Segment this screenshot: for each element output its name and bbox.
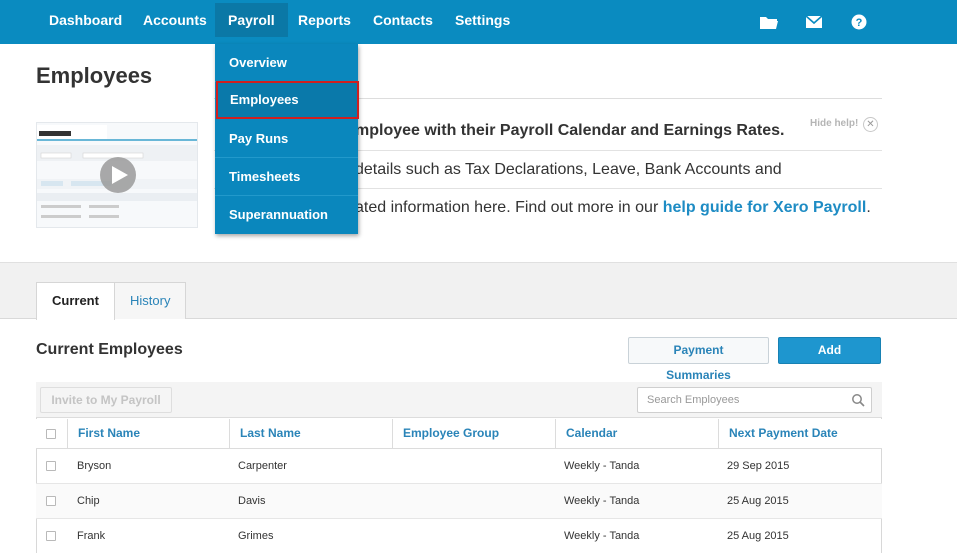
payment-summaries-button[interactable]: Payment Summaries: [628, 337, 769, 382]
menu-item-overview[interactable]: Overview: [215, 44, 358, 82]
mail-icon[interactable]: [805, 14, 825, 30]
folder-icon[interactable]: [759, 14, 779, 30]
search-input[interactable]: [647, 394, 842, 406]
add-employee-button[interactable]: Add Employee: [778, 337, 881, 382]
calendar-cell: Weekly - Tanda: [564, 460, 640, 472]
column-last-name[interactable]: Last Name: [229, 419, 393, 449]
menu-item-pay-runs[interactable]: Pay Runs: [215, 120, 358, 158]
first-name-cell: Frank: [77, 530, 106, 542]
search-box: [637, 387, 872, 413]
hide-help-link[interactable]: Hide help!: [810, 118, 858, 129]
nav-dashboard[interactable]: Dashboard: [36, 3, 135, 37]
next-payment-cell: 25 Aug 2015: [727, 495, 789, 507]
table-row[interactable]: Bryson Carpenter Weekly - Tanda 29 Sep 2…: [36, 449, 882, 484]
column-first-name[interactable]: First Name: [67, 419, 230, 449]
menu-item-timesheets[interactable]: Timesheets: [215, 158, 358, 196]
menu-item-employees[interactable]: Employees: [216, 81, 359, 119]
help-text-line-3: ated information here. Find out more in …: [355, 199, 871, 216]
help-icon[interactable]: ?: [850, 14, 870, 30]
menu-item-superannuation[interactable]: Superannuation: [215, 196, 358, 234]
first-name-cell: Bryson: [77, 460, 112, 472]
section-title: Current Employees: [36, 341, 183, 358]
column-next-payment-date[interactable]: Next Payment Date: [718, 419, 882, 449]
help-text-line-1: mployee with their Payroll Calendar and …: [355, 122, 785, 139]
select-all-checkbox[interactable]: [46, 429, 56, 439]
table-row[interactable]: Chip Davis Weekly - Tanda 25 Aug 2015: [36, 484, 882, 519]
row-checkbox[interactable]: [46, 461, 56, 471]
help-video-thumbnail[interactable]: [36, 122, 198, 228]
table-row[interactable]: Frank Grimes Weekly - Tanda 25 Aug 2015: [36, 519, 882, 553]
help-text-line-2: details such as Tax Declarations, Leave,…: [355, 161, 782, 178]
search-icon[interactable]: [851, 393, 865, 407]
invite-button[interactable]: Invite to My Payroll: [40, 387, 172, 413]
tab-current[interactable]: Current: [36, 282, 115, 320]
tab-history[interactable]: History: [114, 282, 187, 319]
next-payment-cell: 29 Sep 2015: [727, 460, 790, 472]
column-calendar[interactable]: Calendar: [555, 419, 719, 449]
top-nav: Dashboard Accounts Payroll Reports Conta…: [0, 0, 957, 44]
row-checkbox[interactable]: [46, 496, 56, 506]
next-payment-cell: 25 Aug 2015: [727, 530, 789, 542]
first-name-cell: Chip: [77, 495, 100, 507]
nav-contacts[interactable]: Contacts: [360, 3, 446, 37]
nav-accounts[interactable]: Accounts: [130, 3, 220, 37]
nav-settings[interactable]: Settings: [442, 3, 523, 37]
calendar-cell: Weekly - Tanda: [564, 530, 640, 542]
nav-payroll[interactable]: Payroll: [215, 3, 288, 37]
last-name-cell: Davis: [238, 495, 266, 507]
help-guide-link[interactable]: help guide for Xero Payroll: [663, 199, 867, 216]
last-name-cell: Grimes: [238, 530, 274, 542]
payroll-dropdown-menu: Overview Employees Pay Runs Timesheets S…: [215, 44, 359, 234]
last-name-cell: Carpenter: [238, 460, 287, 472]
close-icon[interactable]: ✕: [863, 117, 878, 132]
nav-reports[interactable]: Reports: [285, 3, 364, 37]
column-employee-group[interactable]: Employee Group: [392, 419, 556, 449]
row-checkbox[interactable]: [46, 531, 56, 541]
calendar-cell: Weekly - Tanda: [564, 495, 640, 507]
video-preview-image: [37, 123, 197, 227]
page-title: Employees: [36, 63, 153, 88]
svg-text:?: ?: [856, 17, 863, 29]
